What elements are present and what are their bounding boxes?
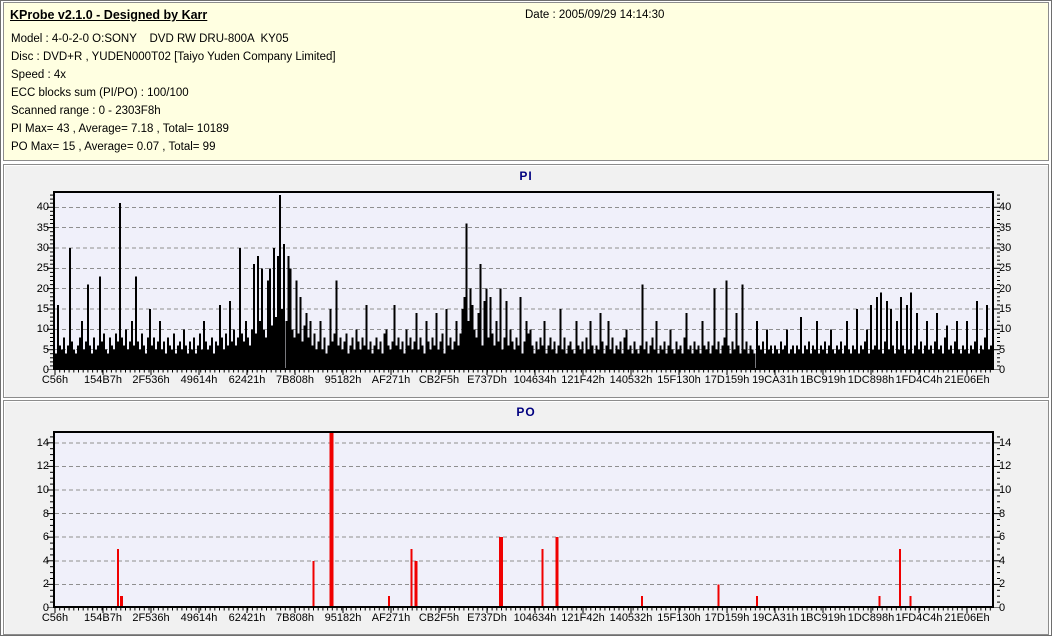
pi-y-axis-label: 30 (36, 241, 49, 254)
info-line-po-stats: PO Max= 15 , Average= 0.07 , Total= 99 (11, 141, 216, 153)
po-y-axis-label-right: 14 (999, 436, 1012, 449)
pi-chart-plot (53, 191, 994, 370)
pi-y-axis-label-right: 25 (999, 262, 1012, 275)
po-y-axis-label: 8 (42, 507, 49, 520)
po-y-axis-label-right: 4 (999, 554, 1006, 567)
po-y-axis-label-right: 6 (999, 531, 1006, 544)
info-line-disc: Disc : DVD+R , YUDEN000T02 [Taiyo Yuden … (11, 51, 336, 63)
po-y-ticks-left (47, 436, 53, 608)
pi-y-axis-label: 40 (36, 201, 49, 214)
po-y-axis-label: 2 (42, 578, 49, 591)
pi-y-ticks-left (47, 194, 53, 370)
pi-y-axis-label: 5 (42, 343, 49, 356)
pi-y-axis-label: 10 (36, 323, 49, 336)
info-line-pi-stats: PI Max= 43 , Average= 7.18 , Total= 1018… (11, 123, 229, 135)
info-line-model: Model : 4-0-2-0 O:SONY DVD RW DRU-800A K… (11, 33, 289, 45)
po-y-axis-label-right: 12 (999, 460, 1012, 473)
kprobe-window: KProbe v2.1.0 - Designed by Karr Date : … (0, 0, 1052, 636)
po-y-axis-label: 14 (36, 436, 49, 449)
pi-y-axis-label-right: 20 (999, 282, 1012, 295)
info-line-speed: Speed : 4x (11, 69, 66, 81)
pi-y-axis-label: 25 (36, 262, 49, 275)
pi-y-axis-label-right: 30 (999, 241, 1012, 254)
info-line-range: Scanned range : 0 - 2303F8h (11, 105, 161, 117)
pi-chart-title: PI (519, 169, 533, 183)
po-y-axis-label: 12 (36, 460, 49, 473)
po-y-axis-label-right: 0 (999, 602, 1006, 614)
po-chart-plot (53, 431, 994, 608)
pi-y-axis-label-right: 15 (999, 302, 1012, 315)
pi-y-ticks-right (994, 194, 1000, 370)
pi-y-axis-label: 15 (36, 302, 49, 315)
po-y-axis-label-right: 8 (999, 507, 1006, 520)
pi-y-axis-label-right: 0 (999, 364, 1006, 376)
po-y-axis-label-right: 2 (999, 578, 1006, 591)
po-chart-title: PO (516, 405, 536, 419)
po-chart-panel: PO 0 0 2 2 4 4 6 6 8 8 10 10 12 12 14 14 C56h 154B7h 2F536… (3, 400, 1049, 635)
po-y-ticks-right (994, 436, 1000, 608)
info-line-ecc: ECC blocks sum (PI/PO) : 100/100 (11, 87, 189, 99)
pi-x-ticks (54, 370, 991, 375)
pi-y-axis-label-right: 35 (999, 221, 1012, 234)
header-panel: KProbe v2.1.0 - Designed by Karr Date : … (3, 2, 1049, 161)
pi-y-axis-label-right: 10 (999, 323, 1012, 336)
pi-y-axis-label-right: 40 (999, 201, 1012, 214)
po-y-axis-label: 6 (42, 531, 49, 544)
scan-date: Date : 2005/09/29 14:14:30 (525, 9, 665, 21)
po-y-axis-label: 10 (36, 484, 49, 496)
app-title: KProbe v2.1.0 - Designed by Karr (10, 8, 208, 22)
po-y-axis-label-right: 10 (999, 484, 1012, 496)
pi-y-axis-label-right: 5 (999, 343, 1006, 356)
pi-chart-panel: PI 0 0 5 5 10 10 15 15 20 20 25 25 30 30 35 35 40 40 C56h 1… (3, 164, 1049, 398)
po-y-axis-label: 4 (42, 554, 49, 567)
po-x-ticks (54, 608, 991, 613)
pi-y-axis-label: 20 (36, 282, 49, 295)
pi-y-axis-label: 35 (36, 221, 49, 234)
